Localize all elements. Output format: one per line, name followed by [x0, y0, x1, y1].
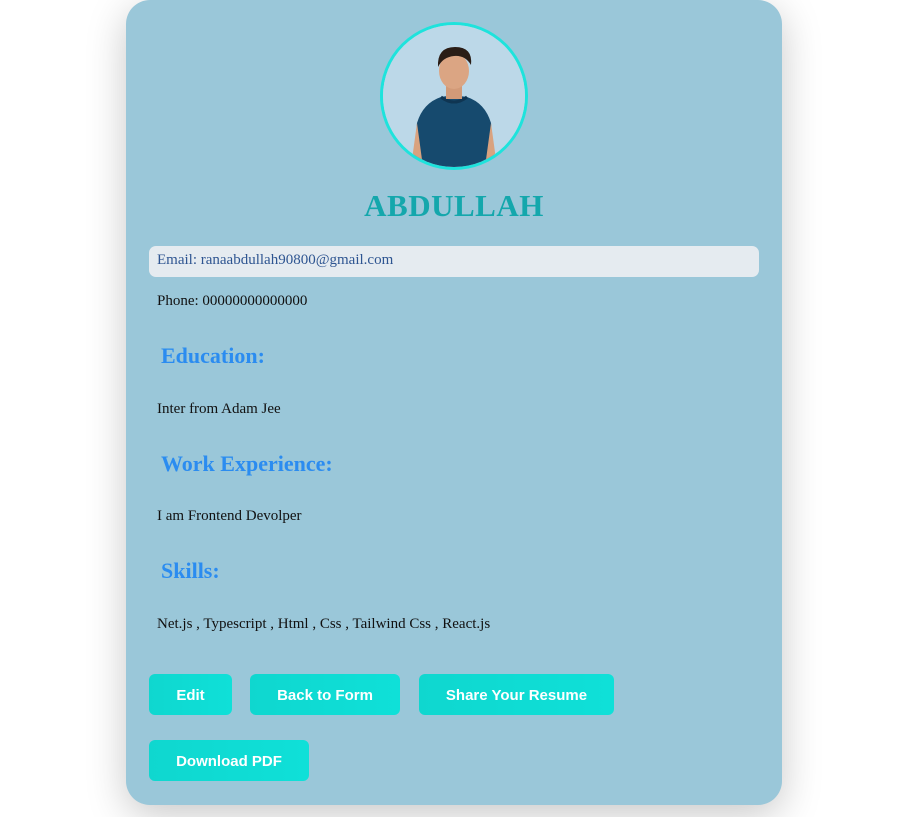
share-resume-button[interactable]: Share Your Resume [419, 674, 614, 715]
resume-card: ABDULLAH Email: ranaabdullah90800@gmail.… [126, 0, 782, 805]
education-text: Inter from Adam Jee [157, 401, 281, 417]
profile-photo [380, 22, 528, 170]
work-experience-heading: Work Experience: [161, 451, 333, 476]
work-experience-text: I am Frontend Devolper [157, 508, 302, 524]
email-field: Email: ranaabdullah90800@gmail.com [149, 246, 759, 277]
skills-heading: Skills: [161, 558, 220, 583]
download-pdf-button[interactable]: Download PDF [149, 740, 309, 781]
profile-name: ABDULLAH [364, 188, 544, 223]
profile-photo-illustration [383, 25, 525, 167]
edit-button[interactable]: Edit [149, 674, 232, 715]
back-to-form-button[interactable]: Back to Form [250, 674, 400, 715]
education-heading: Education: [161, 343, 265, 368]
phone-text: Phone: 00000000000000 [157, 293, 308, 309]
skills-text: Net.js , Typescript , Html , Css , Tailw… [157, 616, 491, 632]
